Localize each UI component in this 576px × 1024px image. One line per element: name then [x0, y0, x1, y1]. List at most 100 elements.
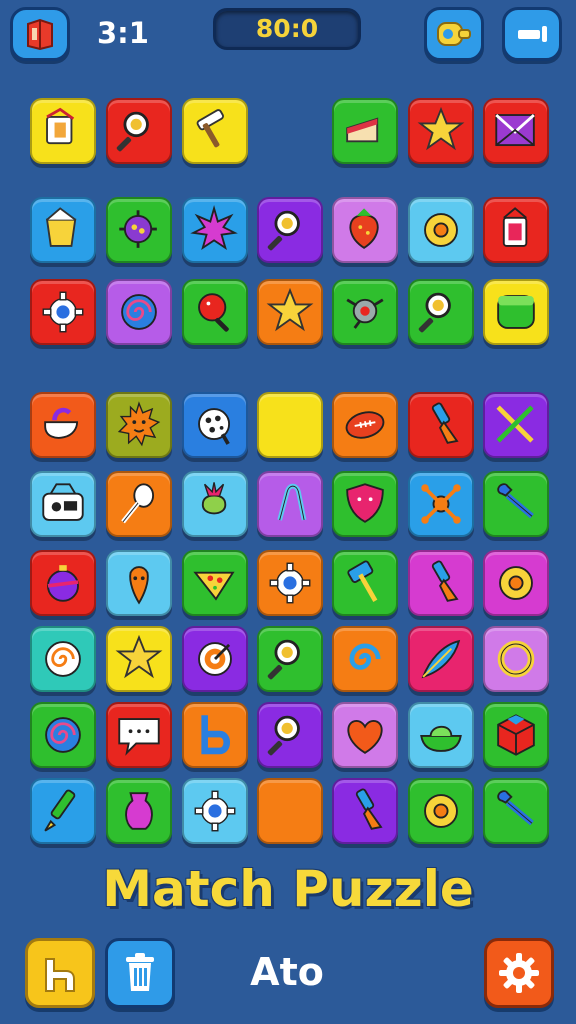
sun-face-icon: [117, 401, 161, 447]
magnifier-icon: [267, 210, 300, 251]
tile[interactable]: [30, 471, 96, 537]
tile[interactable]: [106, 392, 172, 458]
tile[interactable]: [182, 471, 248, 537]
teapot-icon: [44, 407, 79, 439]
magnifier-icon: [116, 111, 149, 152]
tile[interactable]: [483, 392, 549, 458]
paint-bucket-icon: [46, 107, 75, 145]
tile[interactable]: [106, 550, 172, 616]
tile[interactable]: [30, 626, 96, 692]
tile[interactable]: [106, 626, 172, 692]
spiky-ball-icon: [190, 204, 238, 251]
tile[interactable]: [106, 197, 172, 263]
spiral-icon: [121, 294, 157, 330]
shield-icon: [346, 483, 384, 523]
delete-button[interactable]: [105, 938, 175, 1008]
ring-icon: [497, 640, 535, 678]
tile[interactable]: [483, 626, 549, 692]
tile[interactable]: [483, 550, 549, 616]
tile[interactable]: [408, 702, 474, 768]
tile[interactable]: [408, 550, 474, 616]
robot-icon: [346, 298, 384, 329]
tile[interactable]: [257, 626, 323, 692]
tile[interactable]: [182, 98, 248, 164]
tile[interactable]: [483, 279, 549, 345]
tile[interactable]: [332, 550, 398, 616]
whisk-icon: [121, 483, 155, 524]
tile[interactable]: [257, 392, 323, 458]
tile[interactable]: [483, 98, 549, 164]
tile[interactable]: [106, 471, 172, 537]
tile[interactable]: [483, 702, 549, 768]
tile[interactable]: [182, 197, 248, 263]
tile[interactable]: [30, 778, 96, 844]
tile[interactable]: [408, 279, 474, 345]
settings-button[interactable]: [484, 938, 554, 1008]
pen-icon: [44, 789, 76, 832]
wrench-icon: [497, 790, 534, 826]
tile[interactable]: [182, 778, 248, 844]
tile[interactable]: [257, 702, 323, 768]
cube-icon: [497, 714, 535, 756]
tile[interactable]: [332, 392, 398, 458]
wrench-icon: [497, 483, 534, 519]
tile[interactable]: [332, 197, 398, 263]
home-button[interactable]: [25, 938, 95, 1008]
tile[interactable]: [332, 471, 398, 537]
tile[interactable]: [106, 279, 172, 345]
tile[interactable]: [332, 626, 398, 692]
game-title: Match Puzzle: [102, 860, 474, 918]
swirl-candy-icon: [45, 641, 81, 677]
exit-button[interactable]: [10, 7, 70, 61]
target-icon: [198, 642, 232, 676]
tile[interactable]: [106, 778, 172, 844]
tile[interactable]: [30, 279, 96, 345]
tile[interactable]: [30, 702, 96, 768]
tile[interactable]: [182, 550, 248, 616]
donut-icon: [424, 794, 458, 828]
tile[interactable]: [257, 279, 323, 345]
lollipop-icon: [198, 293, 229, 332]
tile[interactable]: [483, 778, 549, 844]
tile[interactable]: [257, 778, 323, 844]
tile[interactable]: [257, 197, 323, 263]
tile[interactable]: [257, 471, 323, 537]
paintbrush-icon: [431, 402, 459, 444]
tile[interactable]: [408, 197, 474, 263]
tile[interactable]: [408, 392, 474, 458]
tile[interactable]: [182, 392, 248, 458]
tile[interactable]: [30, 392, 96, 458]
tile[interactable]: [182, 626, 248, 692]
bowl-icon: [420, 725, 462, 752]
tile[interactable]: [332, 98, 398, 164]
tile[interactable]: [408, 471, 474, 537]
pliers-icon: [277, 483, 307, 521]
lantern-icon: [502, 207, 528, 247]
axe-icon: [347, 560, 378, 603]
tile[interactable]: [408, 626, 474, 692]
pause-button[interactable]: [502, 7, 562, 61]
tile[interactable]: [106, 702, 172, 768]
score-display: 3:1: [97, 16, 149, 50]
tile[interactable]: [332, 702, 398, 768]
tile[interactable]: [332, 279, 398, 345]
tile[interactable]: [257, 550, 323, 616]
football-icon: [345, 411, 385, 439]
hint-button[interactable]: [424, 7, 484, 61]
tile[interactable]: [483, 471, 549, 537]
tile[interactable]: [483, 197, 549, 263]
tile[interactable]: [332, 778, 398, 844]
tile[interactable]: [30, 197, 96, 263]
tile[interactable]: [30, 98, 96, 164]
tile[interactable]: [106, 98, 172, 164]
tile[interactable]: [182, 279, 248, 345]
tile[interactable]: [182, 702, 248, 768]
bones-icon: [421, 484, 461, 524]
mode-label: Ato: [250, 950, 324, 994]
book-icon: [27, 18, 53, 51]
tile[interactable]: [408, 778, 474, 844]
spiral-icon: [45, 717, 81, 753]
ornament-icon: [47, 565, 79, 602]
tile[interactable]: [408, 98, 474, 164]
tile[interactable]: [30, 550, 96, 616]
